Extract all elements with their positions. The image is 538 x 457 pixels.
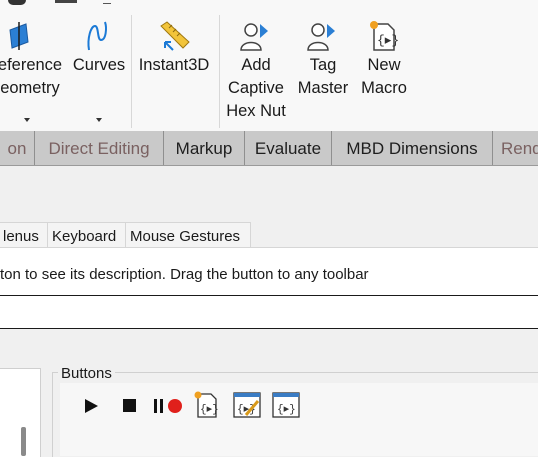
play-icon[interactable]	[81, 396, 101, 416]
buttons-group-label: Buttons	[58, 365, 115, 383]
new-macro-icon[interactable]: {▸}	[194, 391, 220, 419]
plane-icon	[9, 22, 29, 50]
quick-access-icon[interactable]	[55, 0, 77, 3]
stop-icon[interactable]	[120, 396, 140, 416]
ribbon-separator	[131, 15, 132, 128]
svg-text:{▸}: {▸}	[377, 33, 398, 48]
tab-markup[interactable]: Markup	[164, 131, 245, 165]
tag-master-button[interactable]: Tag Master	[293, 20, 353, 100]
tab-direct-editing[interactable]: Direct Editing	[35, 131, 164, 165]
quick-access-strip	[0, 0, 538, 7]
quick-access-icon[interactable]	[8, 0, 26, 5]
chevron-down-icon[interactable]	[24, 118, 30, 122]
tab-keyboard[interactable]: Keyboard	[47, 222, 127, 248]
tab-render[interactable]: Rend	[493, 131, 538, 165]
edit-macro-icon[interactable]: {▸}	[232, 391, 262, 419]
pause-record-icon[interactable]	[152, 396, 186, 416]
description-text: ton to see its description. Drag the but…	[0, 266, 369, 283]
curves-icon	[87, 21, 107, 51]
add-captive-hex-nut-button[interactable]: Add Captive Hex Nut	[222, 20, 290, 123]
quick-access-icon[interactable]	[103, 0, 111, 4]
curves-button[interactable]: Curves	[70, 20, 128, 77]
tab-menus[interactable]: lenus	[0, 222, 49, 248]
divider	[0, 328, 538, 329]
dialog-background	[0, 166, 538, 212]
reference-geometry-button[interactable]: eference eometry	[0, 20, 68, 100]
tab-mouse-gestures[interactable]: Mouse Gestures	[125, 222, 251, 248]
tab-evaluate[interactable]: Evaluate	[245, 131, 332, 165]
instant3d-button[interactable]: Instant3D	[135, 20, 213, 77]
tab-partial[interactable]: on	[0, 131, 35, 165]
instant3d-icon	[160, 21, 190, 51]
user-macro-icon	[307, 23, 335, 51]
description-field	[0, 296, 538, 329]
scrollbar-thumb[interactable]	[21, 427, 26, 456]
ribbon-separator	[219, 15, 220, 128]
new-macro-button[interactable]: {▸} New Macro	[356, 20, 412, 100]
svg-text:{▸}: {▸}	[277, 404, 296, 416]
new-macro-icon: {▸}	[370, 21, 398, 51]
run-macro-icon[interactable]: {▸}	[271, 391, 301, 419]
user-macro-icon	[240, 23, 268, 51]
tab-mbd-dimensions[interactable]: MBD Dimensions	[332, 131, 493, 165]
chevron-down-icon[interactable]	[96, 118, 102, 122]
description-panel: ton to see its description. Drag the but…	[0, 247, 538, 296]
svg-text:{▸}: {▸}	[200, 404, 219, 416]
